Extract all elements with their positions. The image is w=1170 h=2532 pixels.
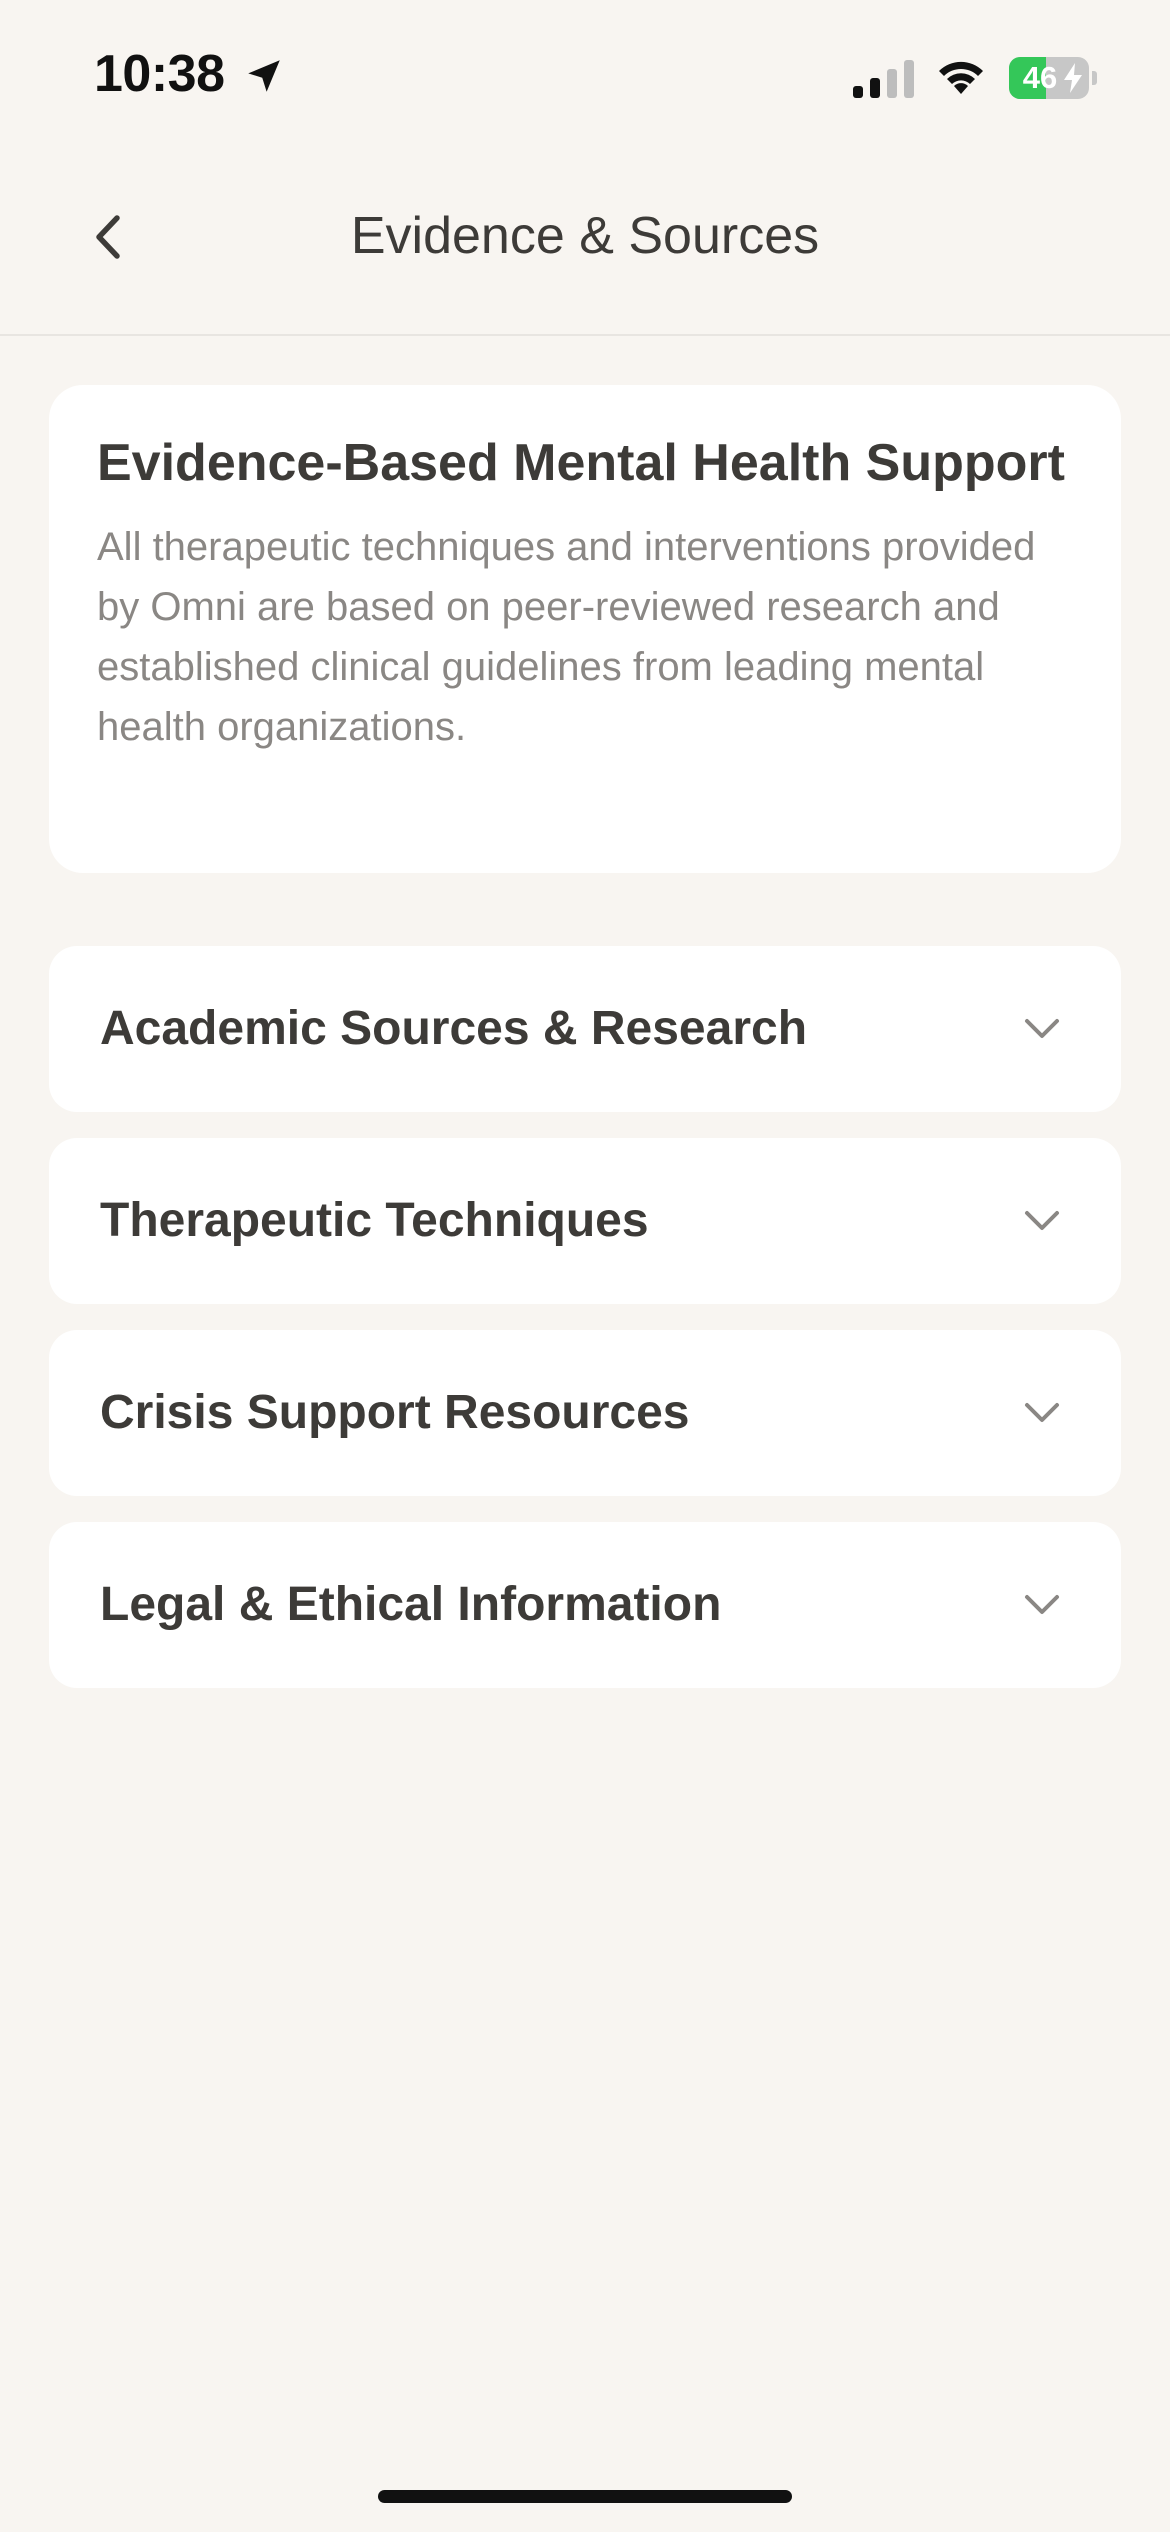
page-title: Evidence & Sources [350,207,820,265]
intro-body: All therapeutic techniques and intervent… [97,525,1036,749]
signal-bar-4 [904,60,914,98]
intro-title: Evidence-Based Mental Health Support [97,434,1065,492]
accordion-legal-ethical[interactable]: Legal & Ethical Information [49,1522,1121,1688]
status-time: 10:38 [94,45,225,103]
accordion-label: Legal & Ethical Information [100,1578,722,1631]
wifi-icon [939,61,983,94]
battery-charging-icon: 46 [1009,57,1097,99]
cellular-signal-icon [853,60,914,98]
location-arrow-icon [248,60,280,92]
chevron-down-icon [1025,1595,1059,1614]
accordion-crisis-support[interactable]: Crisis Support Resources [49,1330,1121,1496]
signal-bar-1 [853,86,863,98]
accordion-label: Academic Sources & Research [100,1002,808,1055]
accordion-label: Therapeutic Techniques [100,1194,649,1247]
status-bar: 10:38 46 [0,0,1170,150]
chevron-down-icon [1025,1403,1059,1422]
signal-bar-2 [870,78,880,98]
chevron-down-icon [1025,1211,1059,1230]
chevron-down-icon [1025,1019,1059,1038]
signal-bar-3 [887,69,897,98]
accordion-therapeutic-techniques[interactable]: Therapeutic Techniques [49,1138,1121,1304]
accordion-label: Crisis Support Resources [100,1386,690,1439]
accordion-academic-sources[interactable]: Academic Sources & Research [49,946,1121,1112]
battery-tip [1092,71,1097,85]
home-indicator[interactable] [378,2490,792,2503]
battery-body: 46 [1009,57,1089,99]
navigation-header: Evidence & Sources [0,150,1170,336]
lightning-bolt-icon [1064,63,1082,93]
intro-card: Evidence-Based Mental Health Support All… [49,385,1121,873]
